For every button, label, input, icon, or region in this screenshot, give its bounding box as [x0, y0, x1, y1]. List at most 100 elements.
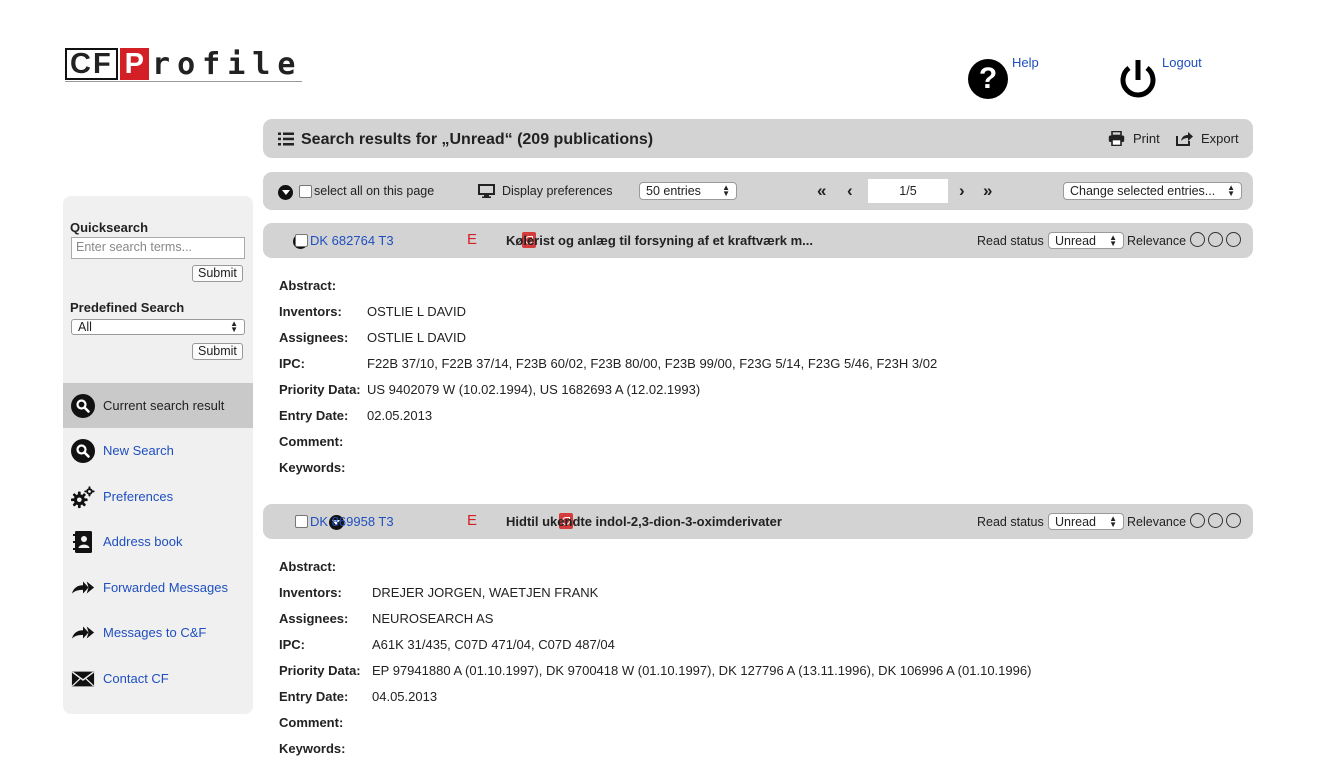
entry-date-label: Entry Date: [279, 689, 349, 704]
updown-icon: ▲ ▼ [1109, 513, 1117, 529]
logo-rest: rofile [152, 46, 303, 82]
change-selected-entries-select[interactable]: Change selected entries... ▲ ▼ [1063, 182, 1242, 200]
first-page-icon[interactable]: « [817, 181, 826, 201]
envelope-icon [71, 667, 95, 691]
quicksearch-input[interactable]: Enter search terms... [71, 237, 245, 259]
ipc-label: IPC: [279, 356, 305, 371]
printer-icon [1108, 131, 1125, 146]
entries-per-page-value: 50 entries [646, 184, 701, 198]
export-icon [1176, 132, 1193, 146]
comment-label: Comment: [279, 715, 344, 730]
predefined-search-submit-button[interactable]: Submit [192, 343, 243, 360]
comment-label: Comment: [279, 434, 344, 449]
ipc-value: A61K 31/435, C07D 471/04, C07D 487/04 [372, 637, 615, 652]
logo-p: P [119, 48, 150, 80]
record-checkbox[interactable] [295, 234, 308, 247]
prev-page-icon[interactable]: ‹ [847, 181, 853, 201]
nav-current-search-result[interactable]: Current search result [63, 383, 253, 428]
page-title: Search results for „Unread“ (209 publica… [301, 131, 654, 148]
predefined-search-value: All [78, 320, 92, 334]
record-id-link[interactable]: DK 682764 T3 [310, 233, 394, 248]
updown-icon: ▲ ▼ [1109, 232, 1117, 248]
updown-icon: ▲ ▼ [230, 319, 238, 334]
record-checkbox[interactable] [295, 515, 308, 528]
record-e-marker[interactable]: E [467, 512, 477, 529]
expand-all-chevron-icon[interactable] [278, 185, 293, 200]
keywords-label: Keywords: [279, 741, 346, 756]
relevance-circle-2[interactable] [1208, 232, 1223, 247]
inventors-label: Inventors: [279, 304, 342, 319]
nav-label[interactable]: Preferences [103, 489, 173, 504]
assignees-value: NEUROSEARCH AS [372, 611, 494, 626]
entry-date-value: 04.05.2013 [372, 689, 438, 704]
page-number-input[interactable]: 1/5 [868, 179, 948, 203]
relevance-circle-3[interactable] [1226, 513, 1241, 528]
read-status-value: Unread [1055, 514, 1096, 529]
select-all-label: select all on this page [314, 184, 435, 198]
nav-label[interactable]: Forwarded Messages [103, 580, 228, 595]
entry-date-label: Entry Date: [279, 408, 349, 423]
entry-date-value: 02.05.2013 [367, 408, 433, 423]
predefined-search-select[interactable]: All ▲ ▼ [71, 319, 245, 335]
quicksearch-submit-button[interactable]: Submit [192, 265, 243, 282]
nav-label[interactable]: Address book [103, 534, 183, 549]
search-icon [71, 393, 95, 418]
read-status-select[interactable]: Unread ▲ ▼ [1048, 513, 1124, 530]
record-e-marker[interactable]: E [467, 231, 477, 248]
read-status-label: Read status [977, 234, 1044, 248]
nav-messages-to-cf[interactable]: Messages to C&F [63, 610, 253, 655]
relevance-circle-1[interactable] [1190, 513, 1205, 528]
relevance-label: Relevance [1127, 234, 1187, 248]
nav-contact-cf[interactable]: Contact CF [63, 656, 253, 701]
entries-per-page-select[interactable]: 50 entries ▲ ▼ [639, 182, 737, 200]
select-all-checkbox[interactable] [299, 185, 312, 198]
nav-new-search[interactable]: New Search [63, 428, 253, 473]
assignees-label: Assignees: [279, 611, 349, 626]
logout-link[interactable]: Logout [1162, 55, 1202, 70]
power-icon[interactable] [1118, 58, 1158, 100]
abstract-label: Abstract: [279, 278, 337, 293]
forward-icon [71, 621, 95, 645]
help-icon[interactable]: ? [968, 59, 1008, 99]
record-id-link[interactable]: DK 869958 T3 [310, 514, 394, 529]
read-status-label: Read status [977, 515, 1044, 529]
nav-forwarded-messages[interactable]: Forwarded Messages [63, 565, 253, 610]
forward-icon [71, 576, 95, 600]
next-page-icon[interactable]: › [959, 181, 965, 201]
record-title[interactable]: Hidtil ukendte indol-2,3-dion-3-oximderi… [506, 514, 782, 529]
read-status-value: Unread [1055, 233, 1096, 248]
nav-address-book[interactable]: Address book [63, 519, 253, 564]
print-button[interactable]: Print [1108, 131, 1160, 146]
inventors-value: OSTLIE L DAVID [367, 304, 466, 319]
record-title[interactable]: Kølerist og anlæg til forsyning af et kr… [506, 233, 813, 248]
relevance-circle-3[interactable] [1226, 232, 1241, 247]
display-preferences-link[interactable]: Display preferences [502, 184, 612, 198]
logo-cf: CF [65, 48, 118, 80]
gears-icon [71, 485, 95, 509]
nav-preferences[interactable]: Preferences [63, 474, 253, 519]
predefined-search-label: Predefined Search [70, 300, 185, 315]
nav-label: Current search result [103, 398, 225, 413]
ipc-label: IPC: [279, 637, 305, 652]
read-status-select[interactable]: Unread ▲ ▼ [1048, 232, 1124, 249]
list-icon [278, 132, 294, 146]
priority-data-label: Priority Data: [279, 382, 361, 397]
priority-data-value: EP 97941880 A (01.10.1997), DK 9700418 W… [372, 663, 1032, 678]
nav-label[interactable]: Messages to C&F [103, 625, 206, 640]
priority-data-value: US 9402079 W (10.02.1994), US 1682693 A … [367, 382, 701, 397]
cfprofile-logo: CF Profile [65, 46, 303, 82]
keywords-label: Keywords: [279, 460, 346, 475]
relevance-circle-1[interactable] [1190, 232, 1205, 247]
relevance-circle-2[interactable] [1208, 513, 1223, 528]
nav-label[interactable]: Contact CF [103, 671, 169, 686]
relevance-label: Relevance [1127, 515, 1187, 529]
inventors-value: DREJER JORGEN, WAETJEN FRANK [372, 585, 599, 600]
nav-label[interactable]: New Search [103, 443, 174, 458]
monitor-icon[interactable] [478, 184, 495, 198]
last-page-icon[interactable]: » [983, 181, 992, 201]
print-label: Print [1133, 131, 1160, 146]
search-icon [71, 438, 95, 463]
help-link[interactable]: Help [1012, 55, 1039, 70]
quicksearch-label: Quicksearch [70, 220, 149, 235]
export-button[interactable]: Export [1176, 131, 1239, 146]
